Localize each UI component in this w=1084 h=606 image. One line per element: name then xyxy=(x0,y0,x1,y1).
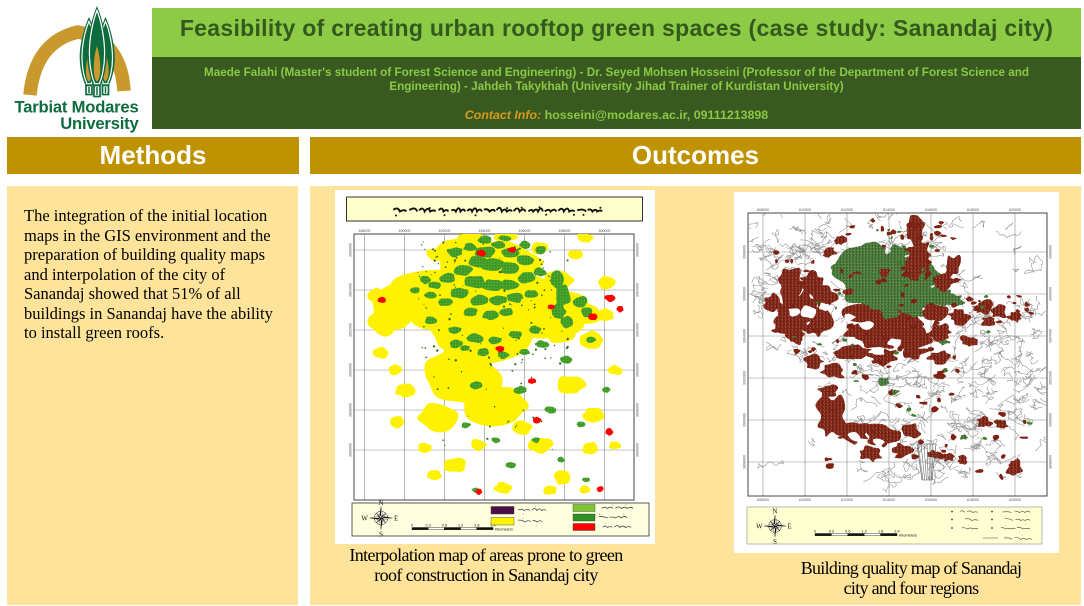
svg-text:500000: 500000 xyxy=(599,229,611,233)
svg-text:620000: 620000 xyxy=(1009,498,1021,502)
svg-text:3898000: 3898000 xyxy=(743,455,747,469)
svg-text:N: N xyxy=(378,499,383,507)
svg-text:614000: 614000 xyxy=(883,208,895,212)
svg-text:608000: 608000 xyxy=(757,208,769,212)
svg-text:3904000: 3904000 xyxy=(743,329,747,343)
svg-text:3902000: 3902000 xyxy=(743,371,747,385)
svg-text:3898000: 3898000 xyxy=(1049,455,1053,469)
svg-text:3898000: 3898000 xyxy=(349,403,353,417)
svg-text:3906000: 3906000 xyxy=(636,243,640,257)
svg-text:W: W xyxy=(756,523,763,530)
svg-text:612000: 612000 xyxy=(841,208,853,212)
svg-text:0: 0 xyxy=(411,523,413,527)
svg-text:3902000: 3902000 xyxy=(349,323,353,337)
svg-text:W: W xyxy=(361,514,368,522)
svg-text:618000: 618000 xyxy=(967,208,979,212)
svg-text:612000: 612000 xyxy=(841,498,853,502)
svg-text:0.6: 0.6 xyxy=(845,529,850,533)
svg-text:490000: 490000 xyxy=(399,229,411,233)
svg-text:3904000: 3904000 xyxy=(1049,329,1053,343)
svg-text:608000: 608000 xyxy=(757,498,769,502)
svg-text:3900000: 3900000 xyxy=(349,363,353,377)
svg-text:E: E xyxy=(394,514,398,522)
svg-text:3900000: 3900000 xyxy=(743,413,747,427)
svg-text:618000: 618000 xyxy=(967,498,979,502)
svg-text:616000: 616000 xyxy=(925,208,937,212)
svg-text:1.2: 1.2 xyxy=(862,529,867,533)
svg-text:3908000: 3908000 xyxy=(743,245,747,259)
svg-text:S: S xyxy=(773,539,777,546)
svg-text:492000: 492000 xyxy=(439,229,451,233)
svg-text:498000: 498000 xyxy=(559,229,571,233)
svg-text:3896000: 3896000 xyxy=(636,443,640,457)
svg-text:Kilometers: Kilometers xyxy=(899,534,917,538)
svg-text:University: University xyxy=(60,114,139,133)
svg-text:0.3: 0.3 xyxy=(829,529,834,533)
svg-text:3904000: 3904000 xyxy=(636,283,640,297)
svg-text:3900000: 3900000 xyxy=(1049,413,1053,427)
svg-text:E: E xyxy=(788,523,792,530)
svg-text:3902000: 3902000 xyxy=(1049,371,1053,385)
svg-text:S: S xyxy=(379,531,383,539)
svg-text:616000: 616000 xyxy=(925,498,937,502)
svg-text:1.8: 1.8 xyxy=(878,529,883,533)
svg-text:3908000: 3908000 xyxy=(1049,245,1053,259)
svg-text:3900000: 3900000 xyxy=(636,363,640,377)
svg-text:3902000: 3902000 xyxy=(636,323,640,337)
svg-text:0: 0 xyxy=(814,529,816,533)
svg-text:496000: 496000 xyxy=(519,229,531,233)
svg-text:3896000: 3896000 xyxy=(349,443,353,457)
svg-text:494000: 494000 xyxy=(479,229,491,233)
svg-text:620000: 620000 xyxy=(1009,208,1021,212)
svg-text:0.3: 0.3 xyxy=(426,523,431,527)
svg-text:0.6: 0.6 xyxy=(442,523,447,527)
svg-text:488000: 488000 xyxy=(359,229,371,233)
svg-text:3906000: 3906000 xyxy=(349,243,353,257)
svg-text:3904000: 3904000 xyxy=(349,283,353,297)
svg-text:3906000: 3906000 xyxy=(1049,287,1053,301)
svg-text:3898000: 3898000 xyxy=(636,403,640,417)
svg-text:Kilometers: Kilometers xyxy=(495,528,513,532)
svg-text:1.2: 1.2 xyxy=(458,523,463,527)
svg-text:2.4: 2.4 xyxy=(894,529,899,533)
svg-text:614000: 614000 xyxy=(883,498,895,502)
svg-text:3906000: 3906000 xyxy=(743,287,747,301)
svg-text:610000: 610000 xyxy=(799,208,811,212)
svg-text:1.8: 1.8 xyxy=(474,523,479,527)
svg-text:N: N xyxy=(773,509,778,516)
svg-text:610000: 610000 xyxy=(799,498,811,502)
